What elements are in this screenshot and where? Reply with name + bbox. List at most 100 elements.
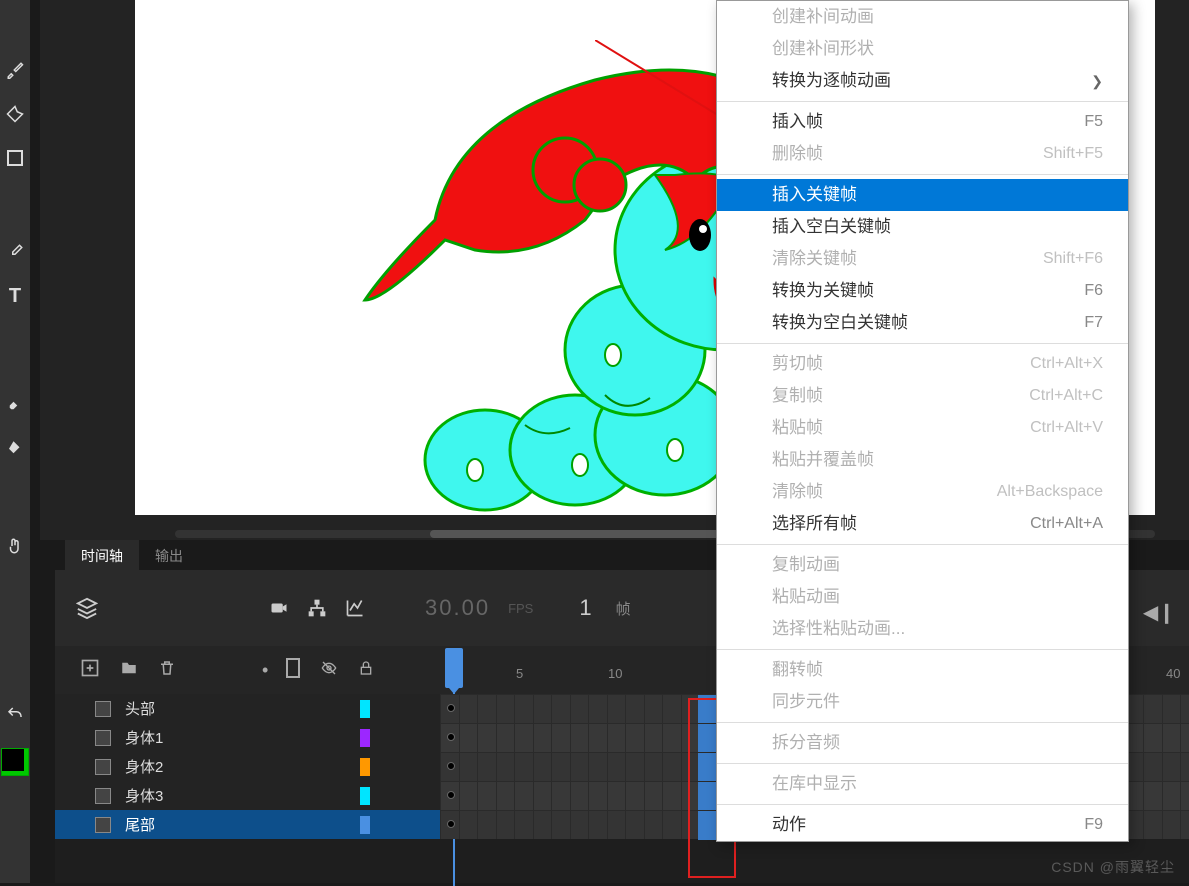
selected-frame-cell[interactable] bbox=[698, 782, 716, 811]
menu-item-label: 粘贴并覆盖帧 bbox=[772, 450, 874, 470]
playhead[interactable] bbox=[445, 648, 463, 688]
new-layer-icon[interactable] bbox=[80, 658, 100, 683]
visibility-icon[interactable] bbox=[318, 660, 340, 681]
layer-color-chip bbox=[360, 758, 370, 776]
ruler-tick-5: 5 bbox=[516, 666, 523, 681]
text-tool-icon[interactable]: T bbox=[5, 286, 25, 306]
fps-value[interactable]: 30.00 bbox=[425, 595, 490, 621]
layer-info: 身体2 bbox=[55, 756, 440, 777]
menu-item-label: 复制动画 bbox=[772, 555, 840, 575]
menu-shortcut: Ctrl+Alt+V bbox=[1030, 418, 1103, 438]
rectangle-tool-icon[interactable] bbox=[5, 148, 25, 168]
layer-name: 尾部 bbox=[125, 814, 155, 835]
hierarchy-icon[interactable] bbox=[305, 596, 329, 620]
layer-color-chip bbox=[360, 787, 370, 805]
menu-separator bbox=[717, 343, 1128, 344]
layer-info: 身体1 bbox=[55, 727, 440, 748]
menu-item[interactable]: 插入空白关键帧 bbox=[717, 211, 1128, 243]
selected-frame-cell[interactable] bbox=[698, 695, 716, 724]
menu-item-label: 选择性粘贴动画... bbox=[772, 619, 905, 639]
menu-item: 复制动画 bbox=[717, 549, 1128, 581]
brush-tool-icon[interactable] bbox=[5, 60, 25, 80]
step-back-icon[interactable]: ◀❙ bbox=[1143, 600, 1175, 625]
selected-frame-cell[interactable] bbox=[698, 753, 716, 782]
menu-separator bbox=[717, 101, 1128, 102]
ruler-tick-10: 10 bbox=[608, 666, 622, 681]
eyedropper-tool-icon[interactable] bbox=[5, 242, 25, 262]
eraser-tool-icon[interactable] bbox=[5, 394, 25, 414]
menu-item[interactable]: 转换为空白关键帧F7 bbox=[717, 307, 1128, 339]
menu-item-label: 插入帧 bbox=[772, 112, 823, 132]
undo-icon[interactable] bbox=[5, 704, 25, 724]
keyframe-dot[interactable] bbox=[447, 762, 455, 770]
menu-item: 删除帧Shift+F5 bbox=[717, 138, 1128, 170]
menu-item[interactable]: 转换为关键帧F6 bbox=[717, 275, 1128, 307]
lock-icon[interactable] bbox=[358, 658, 374, 683]
hand-tool-icon[interactable] bbox=[5, 536, 25, 556]
menu-separator bbox=[717, 722, 1128, 723]
keyframe-dot[interactable] bbox=[447, 791, 455, 799]
menu-item-label: 动作 bbox=[772, 815, 806, 835]
menu-item: 粘贴帧 Ctrl+Alt+V bbox=[717, 412, 1128, 444]
active-tool-swatch[interactable] bbox=[1, 748, 29, 776]
menu-shortcut: F9 bbox=[1084, 815, 1103, 835]
frame-label: 帧 bbox=[616, 598, 631, 619]
menu-shortcut: F5 bbox=[1084, 112, 1103, 132]
menu-item: 翻转帧 bbox=[717, 654, 1128, 686]
menu-item: 创建补间形状 bbox=[717, 33, 1128, 65]
layer-info: 尾部 bbox=[55, 814, 440, 835]
layer-color-chip bbox=[360, 729, 370, 747]
menu-shortcut: F7 bbox=[1084, 313, 1103, 333]
selected-frame-cell[interactable] bbox=[698, 724, 716, 753]
camera-icon[interactable] bbox=[267, 596, 291, 620]
menu-item-label: 粘贴帧 bbox=[772, 418, 823, 438]
layers-icon[interactable] bbox=[75, 596, 99, 620]
menu-item[interactable]: 转换为逐帧动画❯ bbox=[717, 65, 1128, 97]
menu-item: 剪切帧Ctrl+Alt+X bbox=[717, 348, 1128, 380]
menu-item: 清除关键帧 Shift+F6 bbox=[717, 243, 1128, 275]
tab-output[interactable]: 输出 bbox=[139, 540, 199, 570]
keyframe-dot[interactable] bbox=[447, 704, 455, 712]
menu-item: 同步元件 bbox=[717, 686, 1128, 718]
keyframe-dot[interactable] bbox=[447, 733, 455, 741]
menu-item: 清除帧Alt+Backspace bbox=[717, 476, 1128, 508]
menu-item-label: 剪切帧 bbox=[772, 354, 823, 374]
menu-item-label: 拆分音频 bbox=[772, 733, 840, 753]
layer-type-icon bbox=[95, 817, 111, 833]
layer-color-chip bbox=[360, 700, 370, 718]
menu-item: 在库中显示 bbox=[717, 768, 1128, 800]
selected-frame-cell[interactable] bbox=[698, 811, 716, 840]
layer-info: 头部 bbox=[55, 698, 440, 719]
keyframe-dot[interactable] bbox=[447, 820, 455, 828]
menu-item-label: 清除关键帧 bbox=[772, 249, 857, 269]
menu-item-label: 删除帧 bbox=[772, 144, 823, 164]
menu-shortcut: Ctrl+Alt+A bbox=[1030, 514, 1103, 534]
menu-item-label: 清除帧 bbox=[772, 482, 823, 502]
tab-timeline[interactable]: 时间轴 bbox=[65, 540, 139, 570]
menu-separator bbox=[717, 763, 1128, 764]
menu-item-label: 插入空白关键帧 bbox=[772, 217, 891, 237]
menu-item[interactable]: 选择所有帧Ctrl+Alt+A bbox=[717, 508, 1128, 540]
graph-icon[interactable] bbox=[343, 596, 367, 620]
menu-item-label: 转换为关键帧 bbox=[772, 281, 874, 301]
menu-item-label: 插入关键帧 bbox=[772, 185, 857, 205]
menu-separator bbox=[717, 544, 1128, 545]
menu-item: 粘贴并覆盖帧 bbox=[717, 444, 1128, 476]
pen-tool-icon[interactable] bbox=[5, 104, 25, 124]
paint-bucket-tool-icon[interactable] bbox=[5, 438, 25, 458]
new-folder-icon[interactable] bbox=[118, 659, 140, 682]
menu-shortcut: Shift+F6 bbox=[1043, 249, 1103, 269]
menu-separator bbox=[717, 804, 1128, 805]
current-frame[interactable]: 1 bbox=[579, 595, 591, 621]
menu-item-label: 粘贴动画 bbox=[772, 587, 840, 607]
outline-icon[interactable] bbox=[286, 658, 300, 683]
delete-layer-icon[interactable] bbox=[158, 658, 176, 683]
watermark-text: CSDN @雨翼轻尘 bbox=[1051, 857, 1175, 877]
menu-separator bbox=[717, 649, 1128, 650]
menu-item[interactable]: 插入关键帧 bbox=[717, 179, 1128, 211]
dot-icon[interactable]: • bbox=[262, 660, 268, 681]
menu-item[interactable]: 动作 F9 bbox=[717, 809, 1128, 841]
fps-label: FPS bbox=[508, 601, 533, 616]
menu-item[interactable]: 插入帧 F5 bbox=[717, 106, 1128, 138]
menu-item-label: 创建补间形状 bbox=[772, 39, 874, 59]
